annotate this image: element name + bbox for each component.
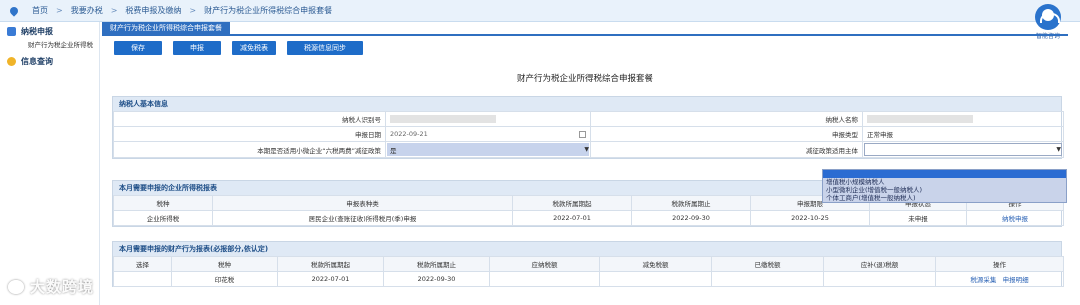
tab-package[interactable]: 财产行为税企业所得税综合申报套餐 [102, 22, 230, 34]
subject-dropdown-list: 增值税小规模纳税人 小型微利企业(增值税一般纳税人) 个体工商户(增值税一般纳税… [822, 169, 1067, 203]
table-cell: 2022-07-01 [512, 210, 632, 226]
page-title: 财产行为税企业所得税综合申报套餐 [516, 74, 653, 84]
taxpayer-id-value [385, 111, 591, 127]
breadcrumb-bar: 首页 > 我要办税 > 税费申报及缴纳 > 财产行为税企业所得税综合申报套餐 [0, 0, 1080, 22]
table-cell [489, 271, 600, 287]
column-header: 申报表种类 [212, 195, 513, 211]
table-header-row: 选择 税种 税款所属期起 税款所属期止 应纳税额 减免税额 已缴税额 应补(退)… [113, 256, 1064, 272]
column-header: 操作 [935, 256, 1064, 272]
breadcrumb: 首页 > 我要办税 > 税费申报及缴纳 > 财产行为税企业所得税综合申报套餐 [32, 5, 332, 16]
breadcrumb-declare[interactable]: 税费申报及缴纳 [125, 5, 181, 16]
sidebar-item-declare[interactable]: 纳税申报 [0, 24, 99, 38]
taxpayer-info-section: 纳税人基本信息 纳税人识别号 纳税人名称 申报日期 2022-09-21 申报类… [112, 96, 1064, 159]
subject-select[interactable]: ▼ [864, 143, 1062, 156]
table-cell: 2022-07-01 [277, 271, 384, 287]
column-header: 税款所属期止 [383, 256, 490, 272]
table-cell [711, 271, 824, 287]
dropdown-option[interactable]: 个体工商户(增值税一般纳税人) [823, 194, 1066, 202]
policy-select-cell: 是 ▼ [385, 141, 591, 158]
table-cell: 企业所得税 [113, 210, 213, 226]
column-header: 应纳税额 [489, 256, 600, 272]
message-icon [7, 56, 16, 66]
watermark-text: 大数跨境 [30, 278, 95, 296]
save-button[interactable]: 保存 [114, 41, 162, 55]
table-row: 印花税 2022-07-01 2022-09-30 税源采集 申报明细 [113, 271, 1064, 287]
column-header: 已缴税额 [711, 256, 824, 272]
declare-date-value: 2022-09-21 [390, 130, 428, 138]
breadcrumb-separator: > [56, 6, 63, 15]
column-header: 减免税额 [599, 256, 712, 272]
column-header: 税款所属期止 [631, 195, 751, 211]
select-cell[interactable] [113, 271, 172, 287]
toolbar: 保存 申报 减免税表 税源信息同步 [102, 36, 1068, 60]
breadcrumb-separator: > [189, 6, 197, 15]
table-cell: 2022-09-30 [383, 271, 490, 287]
policy-label: 本期是否适用小微企业“六税两费”减征政策 [113, 141, 386, 158]
watermark-logo-icon [8, 279, 24, 294]
column-header: 税款所属期起 [512, 195, 632, 211]
declare-type-label: 申报类型 [590, 126, 863, 142]
taxpayer-name-value [862, 111, 1064, 127]
sidebar-subitem-property-cit[interactable]: 财产行为税企业所得税 [0, 38, 99, 52]
reduction-table-button[interactable]: 减免税表 [232, 41, 276, 55]
table-cell [823, 271, 936, 287]
declare-date-label: 申报日期 [113, 126, 386, 142]
dropdown-option[interactable]: 小型微利企业(增值税一般纳税人) [823, 186, 1066, 194]
table-cell: 2022-09-30 [631, 210, 751, 226]
taxpayer-table: 纳税人识别号 纳税人名称 申报日期 2022-09-21 申报类型 正常申报 本… [113, 111, 1064, 158]
declare-status: 未申报 [869, 210, 967, 226]
breadcrumb-tax[interactable]: 我要办税 [71, 5, 103, 16]
table-cell [599, 271, 712, 287]
subject-label: 减征政策适用主体 [590, 141, 863, 158]
column-header: 选择 [113, 256, 172, 272]
tax-source-sync-button[interactable]: 税源信息同步 [287, 41, 363, 55]
declare-type-value: 正常申报 [862, 126, 1064, 142]
table-row: 企业所得税 居民企业(查账征收)所得税月(季)申报 2022-07-01 202… [113, 210, 1064, 226]
dropdown-option[interactable] [823, 170, 1066, 178]
column-header: 税种 [171, 256, 278, 272]
property-tax-section: 本月需要申报的财产行为报表(必报部分,依认定) 选择 税种 税款所属期起 税款所… [112, 241, 1064, 287]
declare-button[interactable]: 申报 [173, 41, 221, 55]
taxpayer-name-label: 纳税人名称 [590, 111, 863, 127]
declare-detail-link[interactable]: 申报明细 [1003, 276, 1029, 284]
column-header: 应补(退)税额 [823, 256, 936, 272]
location-icon [8, 4, 20, 17]
redacted-block [867, 115, 973, 123]
sidebar-item-query[interactable]: 信息查询 [0, 54, 99, 68]
dropdown-arrow-icon: ▼ [1056, 146, 1061, 153]
breadcrumb-separator: > [110, 6, 118, 15]
sidebar-item-label: 纳税申报 [21, 26, 53, 36]
watermark: 大数跨境 [8, 276, 94, 297]
table-cell: 2022-10-25 [750, 210, 870, 226]
action-cell: 税源采集 申报明细 [935, 271, 1064, 287]
sidebar: 纳税申报 财产行为税企业所得税 信息查询 [0, 22, 100, 305]
policy-select-value: 是 [390, 146, 397, 155]
table-cell: 印花税 [171, 271, 278, 287]
sidebar-item-label: 信息查询 [21, 56, 53, 66]
dropdown-arrow-icon: ▼ [584, 146, 589, 153]
redacted-block [390, 115, 496, 123]
column-header: 税款所属期起 [277, 256, 384, 272]
breadcrumb-current: 财产行为税企业所得税综合申报套餐 [204, 6, 333, 15]
tax-declare-link[interactable]: 纳税申报 [966, 210, 1064, 226]
calendar-icon[interactable] [579, 131, 586, 138]
subject-select-cell: ▼ [862, 141, 1064, 158]
column-header: 税种 [113, 195, 213, 211]
table-cell: 居民企业(查账征收)所得税月(季)申报 [212, 210, 513, 226]
dropdown-option[interactable]: 增值税小规模纳税人 [823, 178, 1066, 186]
section-title: 纳税人基本信息 [113, 97, 1061, 111]
tax-source-collect-link[interactable]: 税源采集 [970, 276, 996, 284]
main-content: 财产行为税企业所得税综合申报套餐 保存 申报 减免税表 税源信息同步 财产行为税… [102, 22, 1068, 305]
property-tax-table: 选择 税种 税款所属期起 税款所属期止 应纳税额 减免税额 已缴税额 应补(退)… [113, 256, 1064, 287]
section-title: 本月需要申报的财产行为报表(必报部分,依认定) [113, 242, 1061, 256]
taxpayer-id-label: 纳税人识别号 [113, 111, 386, 127]
breadcrumb-home[interactable]: 首页 [32, 5, 48, 16]
declare-date-field[interactable]: 2022-09-21 [385, 126, 591, 142]
policy-select[interactable]: 是 ▼ [387, 143, 589, 156]
grid-icon [7, 26, 16, 36]
tab-bar: 财产行为税企业所得税综合申报套餐 [102, 22, 1068, 36]
